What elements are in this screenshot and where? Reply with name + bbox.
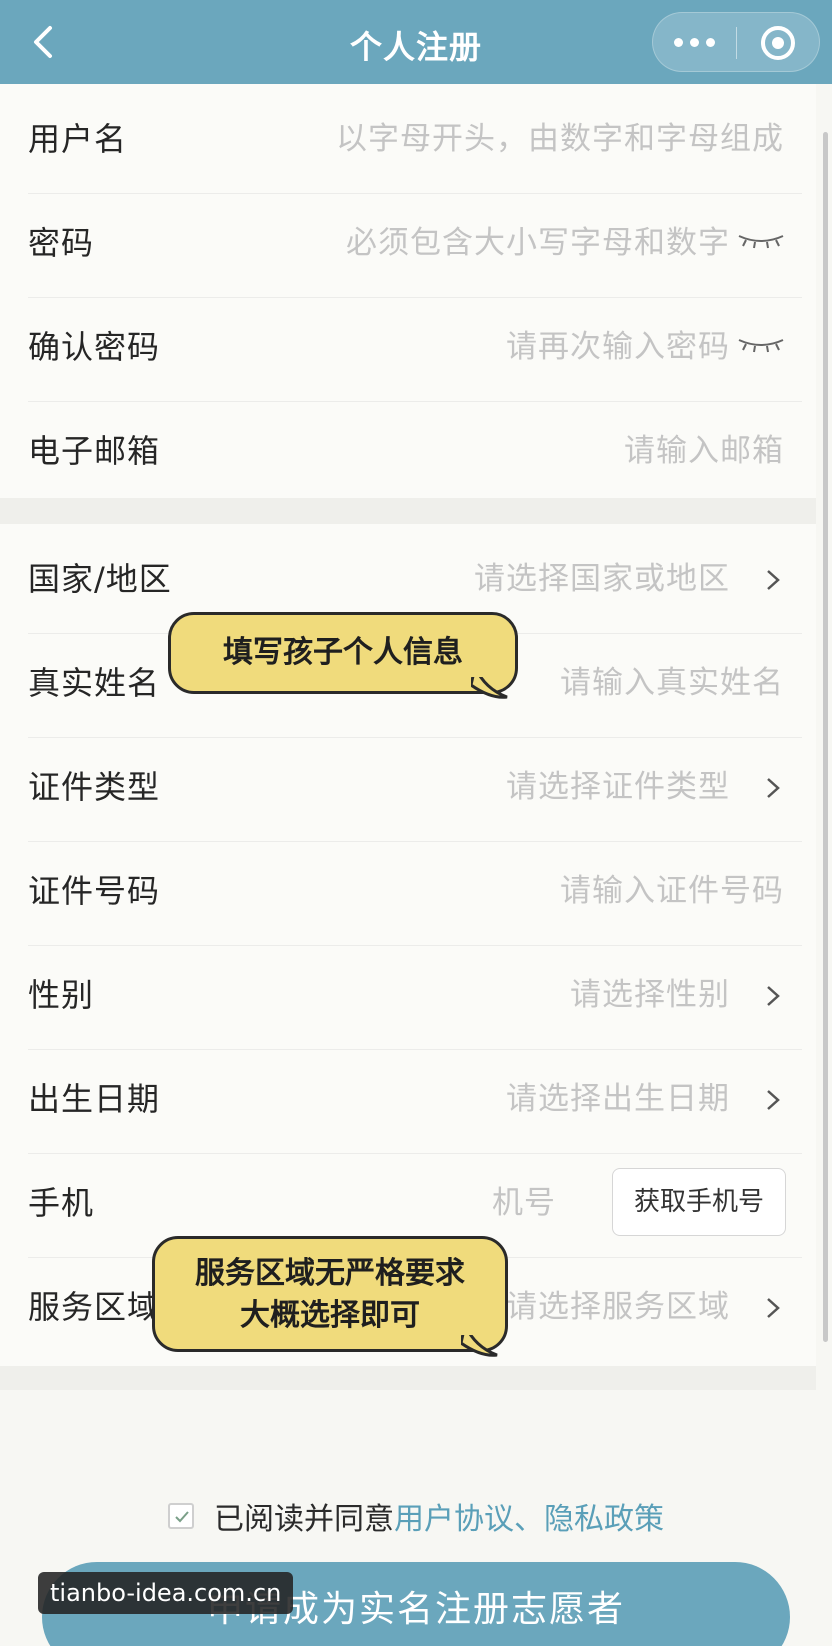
account-section: 用户名 以字母开头，由数字和字母组成 密码 必须包含大小写字母和数字 确认密码 … [0,84,816,498]
gender-select[interactable]: 请选择性别 [570,940,730,1050]
username-input[interactable]: 以字母开头，由数字和字母组成 [336,84,784,194]
close-mini-program-button[interactable] [737,13,821,73]
chevron-right-icon[interactable] [760,567,786,593]
real-name-input[interactable]: 请输入真实姓名 [560,628,784,738]
field-label: 确认密码 [28,328,161,366]
chevron-right-icon[interactable] [760,1295,786,1321]
id-number-input[interactable]: 请输入证件号码 [560,836,784,946]
field-label: 出生日期 [28,1080,161,1118]
service-area-select[interactable]: 请选择服务区域 [506,1252,730,1362]
chevron-right-icon[interactable] [760,1087,786,1113]
get-phone-number-button[interactable]: 获取手机号 [612,1168,786,1236]
field-label: 密码 [28,224,95,262]
password-input[interactable]: 必须包含大小写字母和数字 [346,188,730,298]
field-label: 真实姓名 [28,664,161,702]
form-row-gender[interactable]: 性别 请选择性别 [0,940,816,1050]
annotation-text: 大概选择即可 [240,1298,420,1333]
annotation-bubble: 填写孩子个人信息 [168,612,518,699]
scrollbar[interactable] [823,132,828,1342]
section-gap [0,498,816,524]
country-select[interactable]: 请选择国家或地区 [474,524,730,634]
birth-date-select[interactable]: 请选择出生日期 [506,1044,730,1154]
field-label: 手机 [28,1184,95,1222]
form-row-birth-date[interactable]: 出生日期 请选择出生日期 [0,1044,816,1154]
agreement-row: 已阅读并同意 用户协议、隐私政策 [168,1494,664,1538]
annotation-text: 填写孩子个人信息 [223,635,463,670]
field-label: 性别 [28,976,95,1014]
speech-tail-icon [461,1325,498,1357]
eye-closed-icon[interactable] [736,334,786,358]
annotation-text: 服务区域无严格要求 [195,1256,465,1291]
field-label: 用户名 [28,120,128,158]
field-label: 服务区域 [28,1288,161,1326]
form-row-id-type[interactable]: 证件类型 请选择证件类型 [0,732,816,842]
id-type-select[interactable]: 请选择证件类型 [506,732,730,842]
phone-input[interactable]: 机号 [492,1148,556,1258]
field-label: 证件类型 [28,768,161,806]
form-row-password[interactable]: 密码 必须包含大小写字母和数字 [0,188,816,298]
eye-closed-icon[interactable] [736,230,786,254]
form-row-confirm-password[interactable]: 确认密码 请再次输入密码 [0,292,816,402]
field-label: 证件号码 [28,872,161,910]
chevron-right-icon[interactable] [760,983,786,1009]
checkmark-icon [175,1511,189,1523]
email-input[interactable]: 请输入邮箱 [624,396,784,506]
target-circle-icon [761,26,795,60]
watermark-label: tianbo-idea.com.cn [38,1572,294,1614]
agreement-text: 已阅读并同意 [214,1502,394,1537]
confirm-password-input[interactable]: 请再次输入密码 [506,292,730,402]
annotation-bubble: 服务区域无严格要求 大概选择即可 [152,1236,508,1357]
agreement-links[interactable]: 用户协议、隐私政策 [394,1494,664,1538]
more-button[interactable] [653,13,737,73]
form-row-username[interactable]: 用户名 以字母开头，由数字和字母组成 [0,84,816,194]
section-gap [0,1366,816,1390]
form-row-id-number[interactable]: 证件号码 请输入证件号码 [0,836,816,946]
mini-program-capsule [652,12,820,72]
navigation-bar: 个人注册 [0,0,832,84]
form-row-email[interactable]: 电子邮箱 请输入邮箱 [0,396,816,506]
agreement-checkbox[interactable] [168,1503,194,1529]
chevron-right-icon[interactable] [760,775,786,801]
field-label: 国家/地区 [28,560,172,598]
speech-tail-icon [471,667,508,699]
field-label: 电子邮箱 [28,432,161,470]
